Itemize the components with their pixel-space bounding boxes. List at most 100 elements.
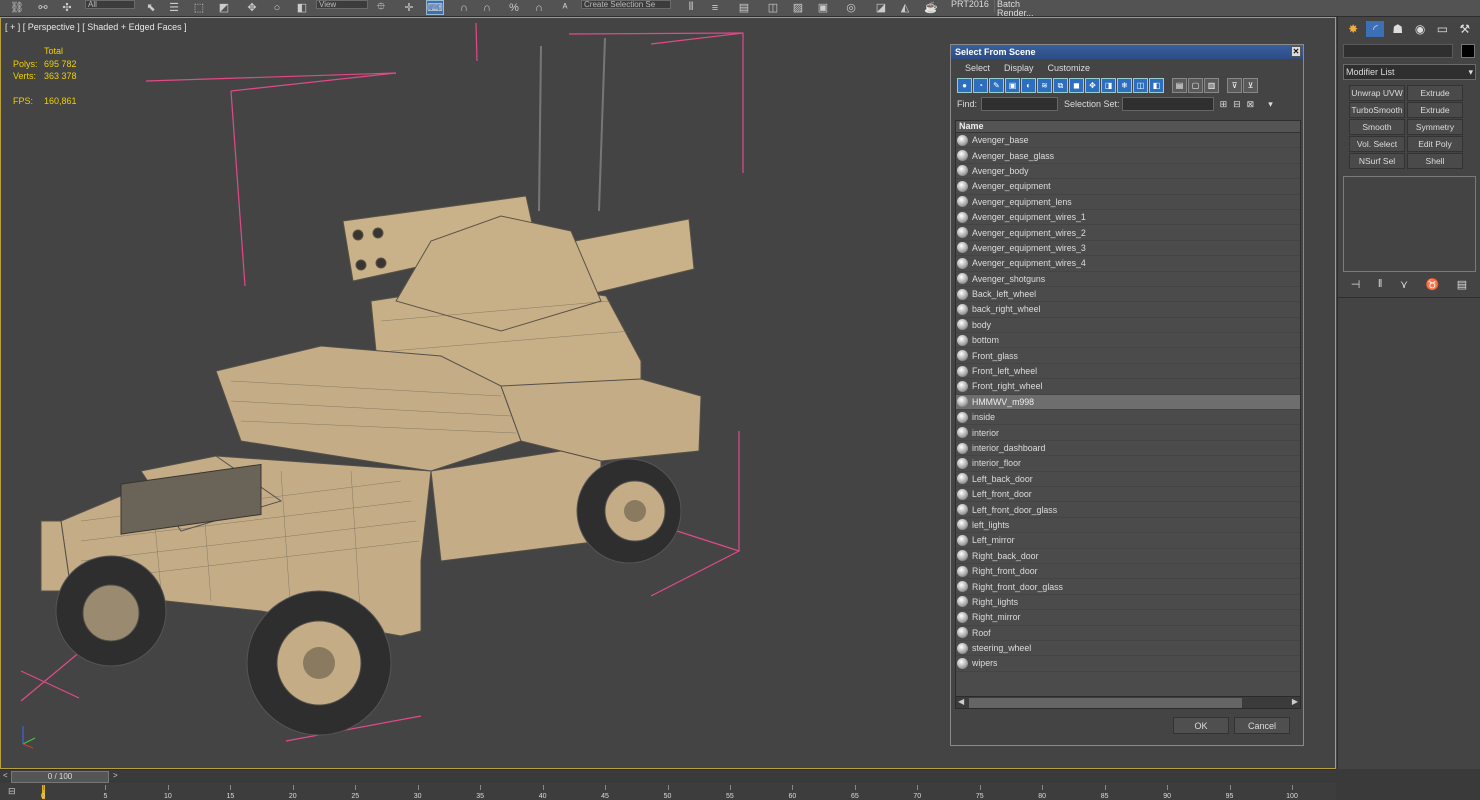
sync-selection-icon[interactable]: ⊠ [1247,99,1255,110]
rotate-icon[interactable]: ○ [268,0,286,15]
find-input[interactable] [981,97,1059,111]
scene-object-row[interactable]: Back_left_wheel [956,287,1300,303]
utilities-tab-icon[interactable]: ⚒ [1456,21,1474,37]
display-helpers-icon[interactable]: ◐ [1021,78,1036,93]
remove-modifier-icon[interactable]: ♉ [1426,278,1440,291]
next-frame-icon[interactable]: > [113,771,118,780]
display-spacewarps-icon[interactable]: ≋ [1037,78,1052,93]
modify-tab-icon[interactable]: ◜ [1366,21,1385,37]
selection-filter-dropdown[interactable]: All [85,0,135,9]
modifier-button[interactable]: NSurf Sel [1349,153,1405,169]
time-slider[interactable]: < 0 / 100 > [0,769,1336,783]
select-none-icon[interactable]: ▢ [1188,78,1203,93]
scene-object-row[interactable]: interior [956,425,1300,441]
scene-object-row[interactable]: inside [956,410,1300,426]
scene-object-row[interactable]: wipers [956,656,1300,672]
scene-object-row[interactable]: Avenger_equipment_wires_4 [956,256,1300,272]
scene-object-row[interactable]: Left_mirror [956,533,1300,549]
modifier-button[interactable]: Extrude [1407,102,1463,118]
reference-coordinate-dropdown[interactable]: View [316,0,368,9]
mirror-icon[interactable]: ⫴ [682,0,700,15]
scene-object-row[interactable]: interior_dashboard [956,441,1300,457]
pin-stack-icon[interactable]: ⊣ [1351,278,1361,291]
viewport-label[interactable]: [ + ] [ Perspective ] [ Shaded + Edged F… [5,22,187,32]
render-setup-icon[interactable]: ◪ [872,0,890,15]
ok-button[interactable]: OK [1173,717,1229,734]
modifier-button[interactable]: Unwrap UVW [1349,85,1405,101]
select-children-icon[interactable]: ⊞ [1220,99,1228,110]
scene-object-row[interactable]: Avenger_equipment_lens [956,195,1300,210]
display-geometry-icon[interactable]: ● [957,78,972,93]
show-end-result-icon[interactable]: ‖ [1378,278,1383,291]
dialog-titlebar[interactable]: Select From Scene ✕ [951,45,1303,59]
options-dropdown-icon[interactable]: ▾ [1268,99,1273,110]
hierarchy-tab-icon[interactable]: ☗ [1389,21,1407,37]
unlink-icon[interactable]: ⚯ [34,0,52,15]
modifier-button[interactable]: Vol. Select [1349,136,1405,152]
scene-object-row[interactable]: back_right_wheel [956,302,1300,318]
selection-set-dropdown[interactable] [1121,97,1214,111]
window-crossing-icon[interactable]: ◩ [215,0,233,15]
scene-object-row[interactable]: interior_floor [956,456,1300,472]
horizontal-scrollbar[interactable]: ◀ ▶ [955,696,1301,709]
create-tab-icon[interactable]: ✸ [1344,21,1362,37]
motion-tab-icon[interactable]: ◉ [1411,21,1429,37]
modifier-button[interactable]: Extrude [1407,85,1463,101]
graphite-tools-icon[interactable]: ◫ [764,0,782,15]
display-hidden-icon[interactable]: ◫ [1133,78,1148,93]
name-column-header[interactable]: Name [956,121,1300,133]
display-bones-icon[interactable]: ✥ [1085,78,1100,93]
display-lights-icon[interactable]: ✎ [989,78,1004,93]
pivot-icon[interactable]: ⯐ [372,0,390,15]
scene-object-row[interactable]: bottom [956,333,1300,349]
scene-object-row[interactable]: Left_front_door [956,487,1300,503]
object-color-swatch[interactable] [1461,44,1475,58]
scene-object-row[interactable]: HMMWV_m998 [956,394,1300,411]
keyboard-shortcut-override-icon[interactable]: ⌨ [426,0,444,15]
filter-options-icon[interactable]: ⊻ [1243,78,1258,93]
named-selection-dropdown[interactable]: Create Selection Se [581,0,671,9]
scene-object-row[interactable]: Avenger_equipment_wires_2 [956,225,1300,241]
scene-object-row[interactable]: left_lights [956,518,1300,534]
modifier-button[interactable]: TurboSmooth [1349,102,1405,118]
scene-object-row[interactable]: body [956,318,1300,334]
display-shapes-icon[interactable]: ◔ [973,78,988,93]
percent-snap-icon[interactable]: % [505,0,523,15]
display-xrefs-icon[interactable]: ◼ [1069,78,1084,93]
scene-object-row[interactable]: Avenger_body [956,164,1300,180]
rect-selection-icon[interactable]: ⬚ [190,0,208,15]
scene-object-row[interactable]: Avenger_shotguns [956,272,1300,287]
select-dependents-icon[interactable]: ⊟ [1233,99,1241,110]
modifier-button[interactable]: Edit Poly [1407,136,1463,152]
display-containers-icon[interactable]: ◨ [1101,78,1116,93]
scene-object-row[interactable]: Avenger_base [956,133,1300,149]
modifier-button[interactable]: Shell [1407,153,1463,169]
display-frozen-icon[interactable]: ❄ [1117,78,1132,93]
preset-label[interactable]: PRT2016 [951,0,989,12]
rendered-frame-window-icon[interactable]: ◭ [896,0,914,15]
scene-object-row[interactable]: Right_lights [956,595,1300,611]
scene-object-row[interactable]: Right_mirror [956,610,1300,626]
menu-customize[interactable]: Customize [1048,63,1091,73]
layer-manager-icon[interactable]: ▤ [735,0,753,15]
select-object-icon[interactable]: ⬉ [142,0,160,15]
angle-snap-icon[interactable]: ∩ [478,0,496,15]
scene-object-row[interactable]: Front_left_wheel [956,364,1300,380]
link-icon[interactable]: ⛓ [8,0,26,15]
cancel-button[interactable]: Cancel [1234,717,1290,734]
scale-icon[interactable]: ◧ [293,0,311,15]
scene-object-row[interactable]: Avenger_base_glass [956,148,1300,164]
scene-object-row[interactable]: Avenger_equipment [956,179,1300,195]
scene-object-row[interactable]: Right_front_door_glass [956,579,1300,595]
configure-modifier-sets-icon[interactable]: ▤ [1457,278,1467,291]
scene-object-row[interactable]: Front_right_wheel [956,379,1300,395]
curve-editor-icon[interactable]: ▨ [789,0,807,15]
material-editor-icon[interactable]: ◎ [842,0,860,15]
bind-spacewarp-icon[interactable]: ✣ [58,0,76,15]
modifier-button[interactable]: Symmetry [1407,119,1463,135]
render-production-icon[interactable]: ☕ [922,0,940,15]
scene-object-row[interactable]: steering_wheel [956,641,1300,657]
modifier-stack[interactable] [1343,176,1476,272]
scene-object-row[interactable]: Left_back_door [956,472,1300,487]
trackbar-icon[interactable]: ⊟ [8,786,16,797]
